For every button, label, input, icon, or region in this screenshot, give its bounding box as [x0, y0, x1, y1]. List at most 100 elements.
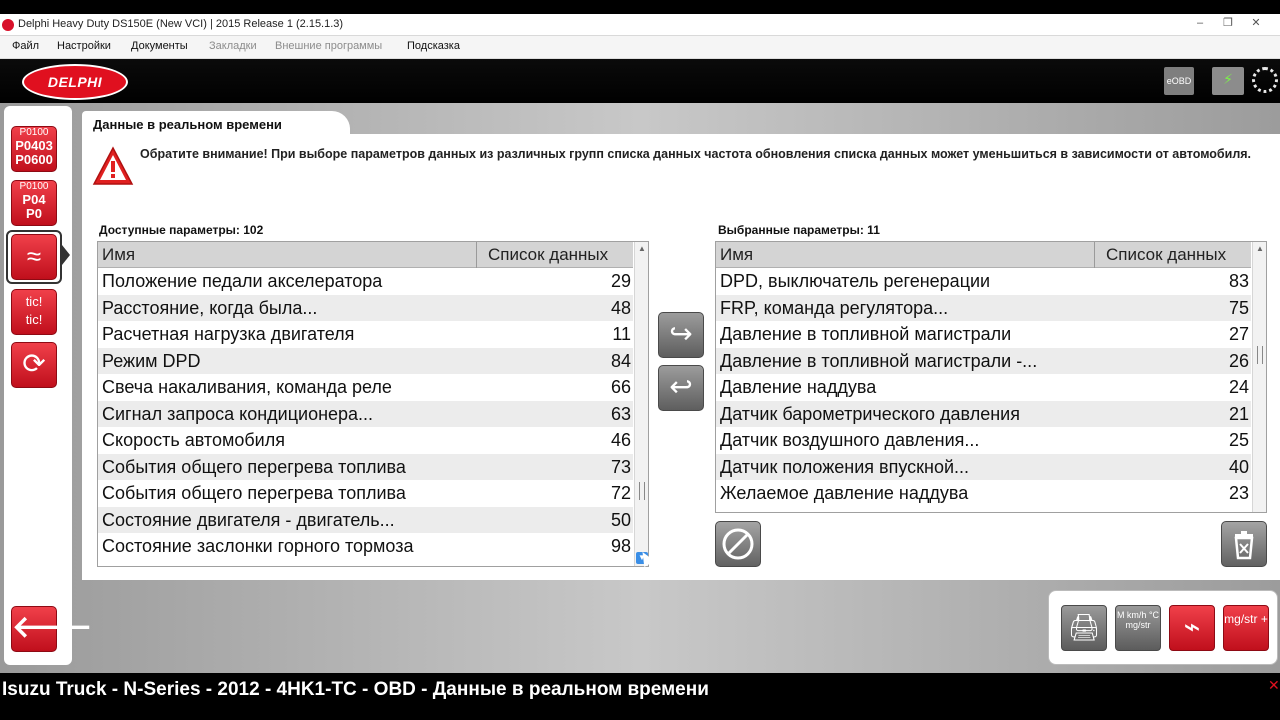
- table-row[interactable]: Положение педали акселератора 29: [98, 268, 633, 295]
- available-col-list[interactable]: Список данных: [488, 245, 608, 265]
- table-row[interactable]: Расчетная нагрузка двигателя 11: [98, 321, 633, 348]
- table-row[interactable]: Состояние заслонки горного тормоза 98: [98, 533, 633, 560]
- param-list-number: 75: [1228, 297, 1249, 318]
- param-list-number: 72: [610, 483, 631, 503]
- table-row[interactable]: События общего перегрева топлива 73: [98, 453, 633, 480]
- param-list-number: 29: [610, 271, 631, 291]
- live-data-icon[interactable]: ≈: [11, 234, 57, 280]
- selected-grid-header: Имя Список данных: [716, 242, 1251, 268]
- param-list-number: 25: [1228, 430, 1249, 450]
- clear-dtc-line-2: P04: [22, 192, 46, 207]
- scroll-thumb[interactable]: [639, 482, 645, 500]
- table-row[interactable]: Датчик положения впускной... 40: [716, 453, 1251, 480]
- menu-help[interactable]: Подсказка: [407, 40, 460, 52]
- menu-bar: Файл Настройки Документы Закладки Внешни…: [0, 36, 1280, 59]
- record-icon[interactable]: mg/str +: [1223, 605, 1269, 651]
- close-window-button[interactable]: ✕: [1246, 16, 1266, 30]
- selected-col-list[interactable]: Список данных: [1106, 245, 1226, 265]
- menu-external-programs[interactable]: Внешние программы: [275, 40, 382, 52]
- window-title: Delphi Heavy Duty DS150E (New VCI) | 201…: [18, 18, 344, 30]
- scroll-up-icon[interactable]: ▲: [1255, 244, 1265, 254]
- param-name: Расстояние, когда была...: [102, 297, 318, 318]
- param-name: Давление в топливной магистрали: [720, 324, 1012, 344]
- available-params-label: Доступные параметры: 102: [99, 223, 264, 237]
- eobd-button[interactable]: eOBD: [1164, 67, 1194, 95]
- param-name: Скорость автомобиля: [102, 430, 285, 450]
- selected-params-label: Выбранные параметры: 11: [718, 223, 880, 237]
- menu-file[interactable]: Файл: [12, 40, 39, 52]
- table-row[interactable]: Датчик барометрического давления 21: [716, 400, 1251, 427]
- available-scrollbar[interactable]: ▲ ▼: [634, 242, 648, 566]
- table-row[interactable]: Давление в топливной магистрали 27: [716, 321, 1251, 348]
- available-col-name[interactable]: Имя: [102, 245, 135, 265]
- param-list-number: 26: [1228, 350, 1249, 371]
- menu-bookmarks[interactable]: Закладки: [209, 40, 257, 52]
- param-list-number: 63: [610, 403, 631, 424]
- param-name: Расчетная нагрузка двигателя: [102, 324, 355, 344]
- table-row[interactable]: Скорость автомобиля 46: [98, 427, 633, 454]
- no-flight-icon[interactable]: [715, 521, 761, 567]
- scroll-up-icon[interactable]: ▲: [637, 244, 647, 254]
- print-icon[interactable]: 🖨: [1061, 605, 1107, 651]
- selected-col-name[interactable]: Имя: [720, 245, 753, 265]
- vehicle-breadcrumb: Isuzu Truck - N-Series - 2012 - 4HK1-TC …: [2, 679, 709, 700]
- warning-text: Обратите внимание! При выборе параметров…: [140, 147, 1252, 161]
- param-name: DPD, выключатель регенерации: [720, 271, 991, 291]
- graph-icon[interactable]: ⌁: [1169, 605, 1215, 651]
- actuator-line-1: tic!: [25, 294, 43, 309]
- table-row[interactable]: DPD, выключатель регенерации 83: [716, 268, 1251, 295]
- tab-live-data[interactable]: Данные в реальном времени: [82, 111, 350, 135]
- param-name: Датчик положения впускной...: [720, 456, 970, 477]
- column-separator: [476, 242, 477, 268]
- param-list-number: 66: [610, 377, 631, 397]
- actuator-test-icon[interactable]: tic! tic!: [11, 289, 57, 335]
- table-row[interactable]: Датчик воздушного давления... 25: [716, 427, 1251, 454]
- param-list-number: 40: [1228, 456, 1249, 477]
- param-list-number: 84: [610, 350, 631, 371]
- param-name: Состояние заслонки горного тормоза: [102, 536, 414, 556]
- menu-settings[interactable]: Настройки: [57, 40, 111, 52]
- selected-scrollbar[interactable]: ▲: [1252, 242, 1266, 512]
- service-functions-icon[interactable]: ⟳: [11, 342, 57, 388]
- table-row[interactable]: Свеча накаливания, команда реле 66: [98, 374, 633, 401]
- table-row[interactable]: FRP, команда регулятора... 75: [716, 294, 1251, 321]
- table-row[interactable]: Режим DPD 84: [98, 347, 633, 374]
- read-dtc-line-2: P0403: [15, 138, 53, 153]
- remove-parameter-button[interactable]: ↩: [658, 365, 704, 411]
- param-name: Свеча накаливания, команда реле: [102, 377, 392, 397]
- table-row[interactable]: Давление в топливной магистрали -... 26: [716, 347, 1251, 374]
- param-list-number: 48: [610, 297, 631, 318]
- table-row[interactable]: Состояние двигателя - двигатель... 50: [98, 506, 633, 533]
- param-list-number: 27: [1228, 324, 1249, 344]
- param-name: Режим DPD: [102, 350, 201, 371]
- clear-dtc-icon[interactable]: P0100 P04 P0: [11, 180, 57, 226]
- trash-icon[interactable]: [1221, 521, 1267, 567]
- footer-close-icon[interactable]: ✕: [1268, 677, 1280, 694]
- table-row[interactable]: Желаемое давление наддува 23: [716, 480, 1251, 507]
- table-row[interactable]: Давление наддува 24: [716, 374, 1251, 401]
- logo-text: DELPHI: [47, 74, 103, 90]
- table-row[interactable]: Расстояние, когда была... 48: [98, 294, 633, 321]
- read-dtc-line-3: P0600: [15, 152, 53, 167]
- menu-documents[interactable]: Документы: [131, 40, 188, 52]
- read-dtc-icon[interactable]: P0100 P0403 P0600: [11, 126, 57, 172]
- app-icon: [2, 19, 14, 31]
- minimize-button[interactable]: ‒: [1190, 16, 1210, 30]
- add-parameter-button[interactable]: ↪: [658, 312, 704, 358]
- app-header: DELPHI eOBD ⚡: [0, 59, 1280, 103]
- window-title-bar: Delphi Heavy Duty DS150E (New VCI) | 201…: [0, 14, 1280, 36]
- active-item-arrow: [62, 245, 70, 265]
- param-list-number: 73: [610, 456, 631, 477]
- scroll-thumb[interactable]: [1257, 346, 1263, 364]
- maximize-button[interactable]: ❐: [1218, 16, 1238, 30]
- param-name: FRP, команда регулятора...: [720, 297, 949, 318]
- units-icon[interactable]: M km/h °C mg/str: [1115, 605, 1161, 651]
- param-list-number: 23: [1228, 483, 1249, 503]
- table-row[interactable]: Сигнал запроса кондиционера... 63: [98, 400, 633, 427]
- column-separator: [1094, 242, 1095, 268]
- actuator-line-2: tic!: [25, 312, 43, 327]
- param-list-number: 24: [1228, 377, 1249, 397]
- available-grid-header: Имя Список данных: [98, 242, 633, 268]
- table-row[interactable]: События общего перегрева топлива 72: [98, 480, 633, 507]
- back-button[interactable]: 🡐: [11, 606, 92, 652]
